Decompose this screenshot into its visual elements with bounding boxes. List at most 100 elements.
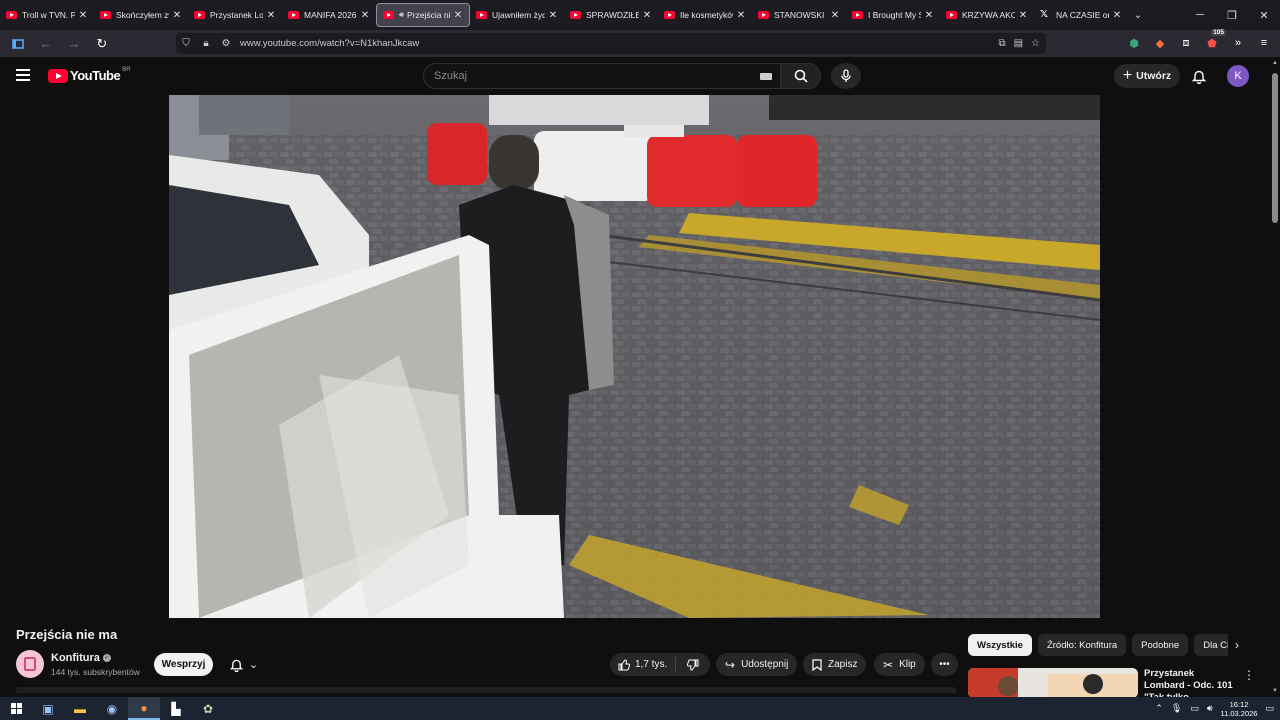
scroll-down-icon[interactable]: ▼ bbox=[1272, 688, 1278, 694]
close-tab-icon[interactable]: ✕ bbox=[736, 10, 746, 21]
dislike-button[interactable] bbox=[676, 659, 710, 671]
channel-name[interactable]: Konfitura bbox=[51, 652, 100, 664]
taskbar-app-l[interactable]: ▙ bbox=[160, 697, 192, 720]
taskbar-monitor-app[interactable]: ▣ bbox=[32, 697, 64, 720]
close-tab-icon[interactable]: ✕ bbox=[360, 10, 370, 21]
chevron-right-icon[interactable]: › bbox=[1228, 638, 1246, 652]
reader-view-icon[interactable]: ▤ bbox=[1014, 38, 1023, 49]
app-menu-icon[interactable]: ≡ bbox=[1254, 33, 1274, 53]
extensions-icon[interactable]: ⧈ bbox=[1176, 33, 1196, 53]
like-count: 1,7 tys. bbox=[635, 659, 668, 670]
browser-tab[interactable]: SPRAWDZIŁEM✕ bbox=[564, 3, 658, 27]
browser-tab[interactable]: MANIFA 2026 - ✕ bbox=[282, 3, 376, 27]
close-window-icon[interactable]: ✕ bbox=[1248, 0, 1280, 30]
browser-tab[interactable]: Przystanek Lom✕ bbox=[188, 3, 282, 27]
taskbar-steam[interactable]: ◉ bbox=[96, 697, 128, 720]
thumbs-up-icon bbox=[618, 658, 630, 670]
back-icon[interactable]: ← bbox=[34, 32, 58, 56]
page-scrollbar[interactable]: ▲ ▼ bbox=[1270, 57, 1280, 697]
notification-center-icon[interactable]: ▭ bbox=[1265, 703, 1274, 714]
tray-overflow-icon[interactable]: ⌃ bbox=[1155, 703, 1163, 714]
volume-icon[interactable]: 🔊︎ bbox=[1207, 703, 1213, 714]
close-tab-icon[interactable]: ✕ bbox=[642, 10, 652, 21]
scroll-up-icon[interactable]: ▲ bbox=[1272, 60, 1278, 66]
search-button[interactable] bbox=[781, 63, 821, 89]
recommended-title[interactable]: Przystanek Lombard - Odc. 101 "Tak tylko… bbox=[1144, 668, 1236, 698]
filter-chip[interactable]: Dla Ci bbox=[1194, 634, 1228, 656]
channel-avatar[interactable] bbox=[16, 650, 44, 678]
tab-list-dropdown-icon[interactable]: ⌄ bbox=[1128, 10, 1148, 21]
close-tab-icon[interactable]: ✕ bbox=[830, 10, 840, 21]
sidebar-toggle-icon[interactable] bbox=[6, 32, 30, 56]
restore-icon[interactable]: ❐ bbox=[1216, 0, 1248, 30]
save-button[interactable]: Zapisz bbox=[803, 653, 867, 676]
recommended-video[interactable]: Przystanek Lombard - Odc. 101 "Tak tylko… bbox=[968, 668, 1268, 698]
close-tab-icon[interactable]: ✕ bbox=[453, 10, 463, 21]
hamburger-menu-icon[interactable] bbox=[16, 69, 30, 81]
browser-tab[interactable]: Ujawniłem żydo✕ bbox=[470, 3, 564, 27]
youtube-logo[interactable]: YouTube BR bbox=[48, 67, 131, 83]
close-tab-icon[interactable]: ✕ bbox=[172, 10, 182, 21]
minimize-icon[interactable]: ─ bbox=[1184, 0, 1216, 30]
browser-tab[interactable]: 🔊︎ Przejścia ni ✕ bbox=[376, 3, 470, 27]
browser-tab[interactable]: Troll w TVN. Po✕ bbox=[0, 3, 94, 27]
more-actions-button[interactable]: ••• bbox=[931, 653, 958, 676]
share-button[interactable]: ↪ Udostępnij bbox=[716, 653, 798, 676]
ublock-extension-icon[interactable]: ⬟ 105 bbox=[1202, 29, 1226, 53]
recommended-menu-icon[interactable]: ⋮ bbox=[1243, 668, 1255, 682]
url-text[interactable]: www.youtube.com/watch?v=N1khanJkcaw bbox=[240, 38, 419, 49]
close-tab-icon[interactable]: ✕ bbox=[78, 10, 88, 21]
like-button[interactable]: 1,7 tys. bbox=[610, 657, 676, 672]
extension-shield-icon[interactable]: ⬢ bbox=[1124, 33, 1144, 53]
filter-chip[interactable]: Podobne bbox=[1132, 634, 1189, 656]
keyboard-icon[interactable] bbox=[760, 73, 772, 80]
subscriber-count: 144 tys. subskrybentów bbox=[51, 667, 140, 677]
tracking-shield-icon[interactable]: ⛉ bbox=[176, 38, 196, 49]
filter-chip[interactable]: Źródło: Konfitura bbox=[1037, 634, 1127, 656]
browser-tab[interactable]: I Brought My Se✕ bbox=[846, 3, 940, 27]
browser-tab[interactable]: 𝕏 NA CZASIE on X✕ bbox=[1034, 3, 1128, 27]
channel-name-row[interactable]: Konfitura ✓ bbox=[51, 652, 111, 664]
taskbar-firefox[interactable]: ● bbox=[128, 697, 160, 720]
create-button[interactable]: + Utwórz bbox=[1114, 64, 1180, 88]
search-input[interactable] bbox=[424, 64, 724, 88]
close-tab-icon[interactable]: ✕ bbox=[548, 10, 558, 21]
bookmark-star-icon[interactable]: ☆ bbox=[1031, 38, 1040, 49]
subscription-bell-button[interactable]: ⌄ bbox=[220, 653, 268, 676]
taskbar-file-explorer[interactable]: ▬ bbox=[64, 697, 96, 720]
forward-icon[interactable]: → bbox=[62, 32, 86, 56]
browser-tab[interactable]: Skończyłem zwi✕ bbox=[94, 3, 188, 27]
scrollbar-thumb[interactable] bbox=[1272, 73, 1278, 223]
close-tab-icon[interactable]: ✕ bbox=[266, 10, 276, 21]
avatar[interactable]: K bbox=[1227, 65, 1249, 87]
voice-search-button[interactable] bbox=[831, 63, 861, 89]
taskbar-clock[interactable]: 16:12 11.03.2026 bbox=[1221, 700, 1258, 718]
clip-button[interactable]: ✂ Klip bbox=[874, 653, 925, 676]
support-button[interactable]: Wesprzyj bbox=[154, 653, 213, 676]
close-tab-icon[interactable]: ✕ bbox=[1018, 10, 1028, 21]
microphone-tray-icon[interactable]: 🎙︎ bbox=[1171, 703, 1182, 714]
tab-list: Troll w TVN. Po✕Skończyłem zwi✕Przystane… bbox=[0, 3, 1128, 27]
close-tab-icon[interactable]: ✕ bbox=[1112, 10, 1122, 21]
overflow-chevron-icon[interactable]: » bbox=[1228, 33, 1248, 53]
network-icon[interactable]: ▭ bbox=[1190, 703, 1199, 714]
create-label: Utwórz bbox=[1136, 70, 1172, 82]
notifications-button[interactable] bbox=[1189, 66, 1209, 86]
recommended-thumbnail[interactable] bbox=[968, 668, 1138, 698]
browser-tab[interactable]: STANOWSKI UJ✕ bbox=[752, 3, 846, 27]
permissions-icon[interactable]: ⚙︎ bbox=[216, 38, 236, 49]
start-button[interactable] bbox=[0, 697, 32, 720]
picture-in-picture-icon[interactable]: ⧉ bbox=[998, 38, 1005, 49]
taskbar-app-game[interactable]: ✿ bbox=[192, 697, 224, 720]
filter-chip[interactable]: Wszystkie bbox=[968, 634, 1032, 656]
extension-fox-icon[interactable]: ◆ bbox=[1150, 33, 1170, 53]
url-bar[interactable]: ⛉ 🔒︎ ⚙︎ www.youtube.com/watch?v=N1khanJk… bbox=[176, 33, 1046, 54]
browser-tab[interactable]: KRZYWA AKCJA✕ bbox=[940, 3, 1034, 27]
browser-tab[interactable]: Ile kosmetyków ✕ bbox=[658, 3, 752, 27]
close-tab-icon[interactable]: ✕ bbox=[924, 10, 934, 21]
reload-icon[interactable]: ↻ bbox=[90, 32, 114, 56]
video-player[interactable] bbox=[169, 95, 1100, 618]
tab-label: KRZYWA AKCJA bbox=[962, 10, 1015, 20]
speaker-icon[interactable]: 🔊︎ bbox=[399, 10, 404, 20]
lock-icon[interactable]: 🔒︎ bbox=[196, 38, 216, 49]
